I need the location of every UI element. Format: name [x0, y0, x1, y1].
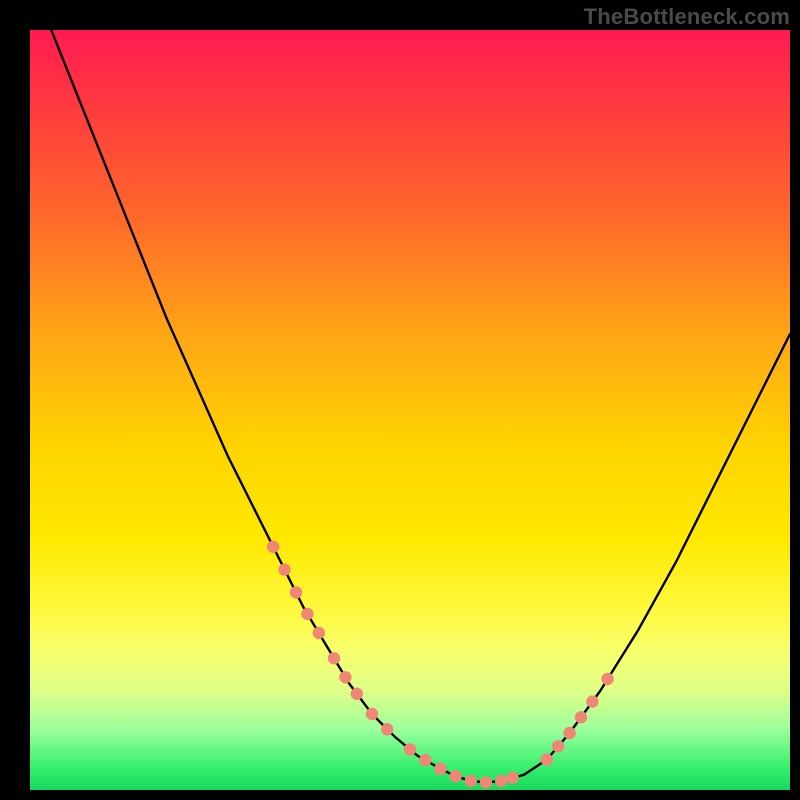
data-marker: [434, 763, 446, 775]
data-marker: [465, 775, 477, 787]
watermark-text: TheBottleneck.com: [584, 4, 790, 30]
data-marker: [552, 740, 564, 752]
data-marker: [506, 772, 518, 784]
data-marker: [351, 688, 363, 700]
data-marker: [366, 708, 378, 720]
data-marker: [495, 775, 507, 787]
chart-frame: TheBottleneck.com: [0, 0, 800, 800]
plot-area: [30, 30, 790, 790]
data-marker: [301, 608, 313, 620]
data-marker: [381, 723, 393, 735]
data-marker: [278, 563, 290, 575]
data-marker: [480, 776, 492, 788]
data-marker: [290, 586, 302, 598]
data-marker: [575, 711, 587, 723]
data-marker: [419, 754, 431, 766]
data-marker: [404, 743, 416, 755]
bottleneck-curve: [45, 15, 790, 783]
data-marker: [339, 671, 351, 683]
data-marker: [449, 770, 461, 782]
data-marker: [601, 673, 613, 685]
data-marker: [328, 652, 340, 664]
data-marker: [313, 627, 325, 639]
data-marker: [563, 727, 575, 739]
data-marker: [267, 541, 279, 553]
curve-svg: [30, 30, 790, 790]
data-marker: [541, 753, 553, 765]
marker-group: [267, 541, 614, 789]
data-marker: [586, 695, 598, 707]
